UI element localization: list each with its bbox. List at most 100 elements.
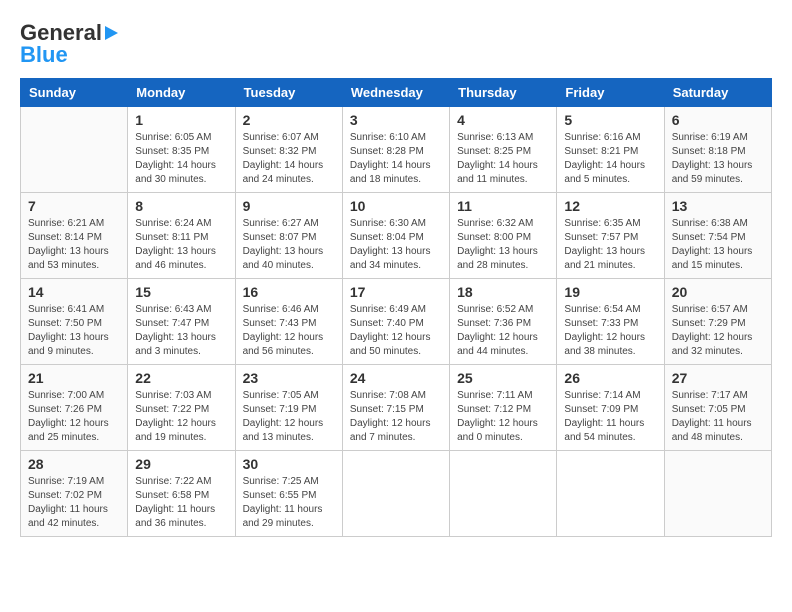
day-number: 16 bbox=[243, 284, 335, 300]
weekday-header-monday: Monday bbox=[128, 79, 235, 107]
day-info: Sunrise: 6:30 AM Sunset: 8:04 PM Dayligh… bbox=[350, 217, 442, 273]
day-info: Sunrise: 7:22 AM Sunset: 6:58 PM Dayligh… bbox=[135, 475, 227, 531]
day-info: Sunrise: 6:43 AM Sunset: 7:47 PM Dayligh… bbox=[135, 303, 227, 359]
weekday-header-thursday: Thursday bbox=[450, 79, 557, 107]
calendar-cell: 1Sunrise: 6:05 AM Sunset: 8:35 PM Daylig… bbox=[128, 107, 235, 193]
calendar-cell: 11 Sunrise: 6:32 AM Sunset: 8:00 PM Dayli… bbox=[450, 193, 557, 279]
day-info: Sunrise: 6:05 AM Sunset: 8:35 PM Dayligh… bbox=[135, 131, 227, 187]
calendar-table: SundayMondayTuesdayWednesdayThursdayFrid… bbox=[20, 78, 772, 537]
day-info: Sunrise: 6:10 AM Sunset: 8:28 PM Dayligh… bbox=[350, 131, 442, 187]
calendar-cell: 21 Sunrise: 7:00 AM Sunset: 7:26 PM Dayli… bbox=[21, 365, 128, 451]
day-number: 11 bbox=[457, 198, 549, 214]
day-info: Sunrise: 6:13 AM Sunset: 8:25 PM Dayligh… bbox=[457, 131, 549, 187]
day-info: Sunrise: 7:05 AM Sunset: 7:19 PM Dayligh… bbox=[243, 389, 335, 445]
day-number: 25 bbox=[457, 370, 549, 386]
calendar-cell: 18 Sunrise: 6:52 AM Sunset: 7:36 PM Dayli… bbox=[450, 279, 557, 365]
calendar-week-2: 14Sunrise: 6:41 AM Sunset: 7:50 PM Dayli… bbox=[21, 279, 772, 365]
day-number: 17 bbox=[350, 284, 442, 300]
day-info: Sunrise: 6:24 AM Sunset: 8:11 PM Dayligh… bbox=[135, 217, 227, 273]
calendar-cell: 9 Sunrise: 6:27 AM Sunset: 8:07 PM Daylig… bbox=[235, 193, 342, 279]
logo-text-blue: Blue bbox=[20, 42, 68, 68]
day-number: 13 bbox=[672, 198, 764, 214]
calendar-week-1: 7Sunrise: 6:21 AM Sunset: 8:14 PM Daylig… bbox=[21, 193, 772, 279]
calendar-cell: 30Sunrise: 7:25 AM Sunset: 6:55 PM Dayli… bbox=[235, 451, 342, 537]
calendar-cell: 4Sunrise: 6:13 AM Sunset: 8:25 PM Daylig… bbox=[450, 107, 557, 193]
day-info: Sunrise: 6:41 AM Sunset: 7:50 PM Dayligh… bbox=[28, 303, 120, 359]
day-number: 3 bbox=[350, 112, 442, 128]
day-number: 29 bbox=[135, 456, 227, 472]
day-info: Sunrise: 6:16 AM Sunset: 8:21 PM Dayligh… bbox=[564, 131, 656, 187]
calendar-cell bbox=[342, 451, 449, 537]
day-info: Sunrise: 7:17 AM Sunset: 7:05 PM Dayligh… bbox=[672, 389, 764, 445]
day-info: Sunrise: 6:57 AM Sunset: 7:29 PM Dayligh… bbox=[672, 303, 764, 359]
day-info: Sunrise: 7:14 AM Sunset: 7:09 PM Dayligh… bbox=[564, 389, 656, 445]
calendar-cell: 28 Sunrise: 7:19 AM Sunset: 7:02 PM Dayli… bbox=[21, 451, 128, 537]
weekday-header-wednesday: Wednesday bbox=[342, 79, 449, 107]
calendar-cell: 20Sunrise: 6:57 AM Sunset: 7:29 PM Dayli… bbox=[664, 279, 771, 365]
calendar-cell: 13 Sunrise: 6:38 AM Sunset: 7:54 PM Dayli… bbox=[664, 193, 771, 279]
day-info: Sunrise: 7:19 AM Sunset: 7:02 PM Dayligh… bbox=[28, 475, 120, 531]
calendar-cell: 12Sunrise: 6:35 AM Sunset: 7:57 PM Dayli… bbox=[557, 193, 664, 279]
day-number: 15 bbox=[135, 284, 227, 300]
day-number: 21 bbox=[28, 370, 120, 386]
calendar-cell: 3 Sunrise: 6:10 AM Sunset: 8:28 PM Daylig… bbox=[342, 107, 449, 193]
calendar-header: SundayMondayTuesdayWednesdayThursdayFrid… bbox=[21, 79, 772, 107]
calendar-cell bbox=[557, 451, 664, 537]
weekday-row: SundayMondayTuesdayWednesdayThursdayFrid… bbox=[21, 79, 772, 107]
calendar-cell: 25 Sunrise: 7:11 AM Sunset: 7:12 PM Dayli… bbox=[450, 365, 557, 451]
day-info: Sunrise: 6:46 AM Sunset: 7:43 PM Dayligh… bbox=[243, 303, 335, 359]
weekday-header-sunday: Sunday bbox=[21, 79, 128, 107]
calendar-body: 1Sunrise: 6:05 AM Sunset: 8:35 PM Daylig… bbox=[21, 107, 772, 537]
calendar-cell: 29 Sunrise: 7:22 AM Sunset: 6:58 PM Dayli… bbox=[128, 451, 235, 537]
day-info: Sunrise: 6:49 AM Sunset: 7:40 PM Dayligh… bbox=[350, 303, 442, 359]
calendar-cell: 6Sunrise: 6:19 AM Sunset: 8:18 PM Daylig… bbox=[664, 107, 771, 193]
calendar-cell: 26 Sunrise: 7:14 AM Sunset: 7:09 PM Dayli… bbox=[557, 365, 664, 451]
day-info: Sunrise: 6:52 AM Sunset: 7:36 PM Dayligh… bbox=[457, 303, 549, 359]
day-number: 19 bbox=[564, 284, 656, 300]
day-number: 9 bbox=[243, 198, 335, 214]
day-number: 22 bbox=[135, 370, 227, 386]
day-number: 2 bbox=[243, 112, 335, 128]
calendar-cell: 8 Sunrise: 6:24 AM Sunset: 8:11 PM Daylig… bbox=[128, 193, 235, 279]
day-info: Sunrise: 6:32 AM Sunset: 8:00 PM Dayligh… bbox=[457, 217, 549, 273]
calendar-cell: 2 Sunrise: 6:07 AM Sunset: 8:32 PM Daylig… bbox=[235, 107, 342, 193]
day-info: Sunrise: 6:38 AM Sunset: 7:54 PM Dayligh… bbox=[672, 217, 764, 273]
logo-arrow-icon bbox=[105, 26, 118, 40]
day-info: Sunrise: 7:25 AM Sunset: 6:55 PM Dayligh… bbox=[243, 475, 335, 531]
calendar-cell: 5Sunrise: 6:16 AM Sunset: 8:21 PM Daylig… bbox=[557, 107, 664, 193]
header: General Blue bbox=[20, 20, 772, 68]
day-number: 8 bbox=[135, 198, 227, 214]
day-number: 12 bbox=[564, 198, 656, 214]
day-number: 10 bbox=[350, 198, 442, 214]
day-info: Sunrise: 7:08 AM Sunset: 7:15 PM Dayligh… bbox=[350, 389, 442, 445]
calendar-cell: 7Sunrise: 6:21 AM Sunset: 8:14 PM Daylig… bbox=[21, 193, 128, 279]
day-info: Sunrise: 6:07 AM Sunset: 8:32 PM Dayligh… bbox=[243, 131, 335, 187]
day-info: Sunrise: 6:27 AM Sunset: 8:07 PM Dayligh… bbox=[243, 217, 335, 273]
calendar-cell: 22 Sunrise: 7:03 AM Sunset: 7:22 PM Dayli… bbox=[128, 365, 235, 451]
weekday-header-tuesday: Tuesday bbox=[235, 79, 342, 107]
calendar-week-3: 21 Sunrise: 7:00 AM Sunset: 7:26 PM Dayli… bbox=[21, 365, 772, 451]
calendar-cell: 10 Sunrise: 6:30 AM Sunset: 8:04 PM Dayli… bbox=[342, 193, 449, 279]
calendar-cell: 23 Sunrise: 7:05 AM Sunset: 7:19 PM Dayli… bbox=[235, 365, 342, 451]
day-info: Sunrise: 7:11 AM Sunset: 7:12 PM Dayligh… bbox=[457, 389, 549, 445]
day-info: Sunrise: 6:19 AM Sunset: 8:18 PM Dayligh… bbox=[672, 131, 764, 187]
calendar-cell: 15 Sunrise: 6:43 AM Sunset: 7:47 PM Dayli… bbox=[128, 279, 235, 365]
calendar-cell: 24 Sunrise: 7:08 AM Sunset: 7:15 PM Dayli… bbox=[342, 365, 449, 451]
day-number: 26 bbox=[564, 370, 656, 386]
day-info: Sunrise: 6:54 AM Sunset: 7:33 PM Dayligh… bbox=[564, 303, 656, 359]
day-number: 7 bbox=[28, 198, 120, 214]
weekday-header-saturday: Saturday bbox=[664, 79, 771, 107]
calendar-cell bbox=[450, 451, 557, 537]
day-number: 28 bbox=[28, 456, 120, 472]
day-info: Sunrise: 7:00 AM Sunset: 7:26 PM Dayligh… bbox=[28, 389, 120, 445]
day-number: 18 bbox=[457, 284, 549, 300]
calendar-week-4: 28 Sunrise: 7:19 AM Sunset: 7:02 PM Dayli… bbox=[21, 451, 772, 537]
day-info: Sunrise: 7:03 AM Sunset: 7:22 PM Dayligh… bbox=[135, 389, 227, 445]
calendar-cell: 14Sunrise: 6:41 AM Sunset: 7:50 PM Dayli… bbox=[21, 279, 128, 365]
calendar-cell: 19 Sunrise: 6:54 AM Sunset: 7:33 PM Dayli… bbox=[557, 279, 664, 365]
day-number: 23 bbox=[243, 370, 335, 386]
day-number: 24 bbox=[350, 370, 442, 386]
calendar-cell: 17 Sunrise: 6:49 AM Sunset: 7:40 PM Dayli… bbox=[342, 279, 449, 365]
calendar-week-0: 1Sunrise: 6:05 AM Sunset: 8:35 PM Daylig… bbox=[21, 107, 772, 193]
calendar-cell: 16 Sunrise: 6:46 AM Sunset: 7:43 PM Dayli… bbox=[235, 279, 342, 365]
